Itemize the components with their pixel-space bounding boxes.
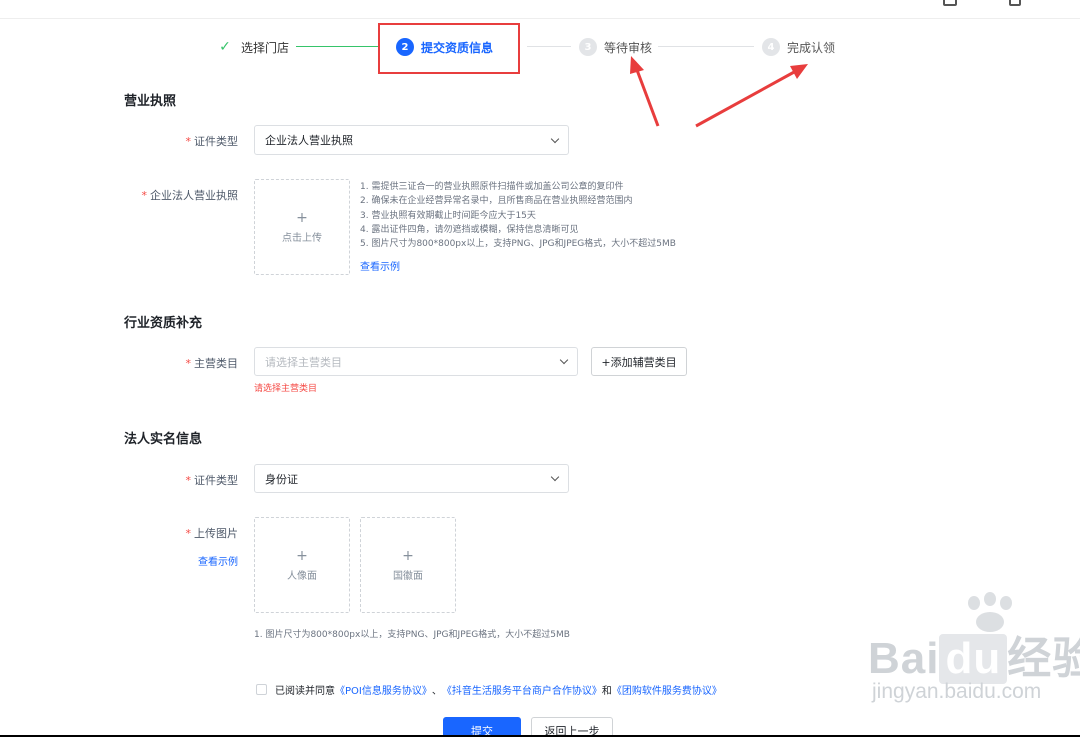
license-label: * 企业法人营业执照 [141, 189, 239, 202]
agreement-separator: 、 [431, 686, 442, 697]
cert-type-value: 企业法人营业执照 [265, 134, 353, 147]
agreement-checkbox[interactable] [256, 684, 267, 695]
tip-item: 2. 确保未在企业经营异常名录中，且所售商品在营业执照经营范围内 [360, 196, 633, 207]
chevron-down-icon [550, 472, 560, 482]
annotation-arrow-line [695, 69, 797, 128]
submit-button[interactable]: 提交 [443, 717, 521, 737]
license-example-link[interactable]: 查看示例 [360, 258, 400, 273]
watermark-brand: Bai du 经验 [868, 634, 1080, 684]
tip-item: 3. 营业执照有效期截止时间距今应大于15天 [360, 210, 536, 221]
tip-item: 5. 图片尺寸为800*800px以上，支持PNG、JPG和JPEG格式，大小不… [360, 239, 676, 250]
id-back-upload[interactable]: + 国徽面 [360, 517, 456, 613]
category-placeholder: 请选择主营类目 [265, 355, 342, 369]
category-error: 请选择主营类目 [254, 384, 318, 394]
back-button[interactable]: 返回上一步 [531, 717, 613, 737]
annotation-arrow-line [635, 69, 660, 127]
license-upload[interactable]: + 点击上传 [254, 179, 350, 275]
upload-text: 人像面 [287, 570, 317, 582]
id-example-link[interactable]: 查看示例 [198, 553, 238, 568]
id-type-label: * 证件类型 [185, 474, 239, 487]
section-title-industry: 行业资质补充 [124, 316, 203, 331]
id-front-upload[interactable]: + 人像面 [254, 517, 350, 613]
watermark-url: jingyan.baidu.com [872, 680, 1042, 703]
cert-type-label: * 证件类型 [185, 135, 239, 148]
upload-text: 点击上传 [282, 232, 322, 244]
upload-image-label: * 上传图片 [185, 527, 239, 540]
annotation-arrow-head [630, 56, 644, 74]
cert-type-select[interactable]: 企业法人营业执照 [254, 125, 569, 155]
poi-agreement-link[interactable]: 《POI信息服务协议》 [335, 682, 432, 697]
id-type-value: 身份证 [265, 472, 298, 486]
tip-item: 4. 露出证件四角，请勿遮挡或模糊，保持信息清晰可见 [360, 224, 579, 235]
add-secondary-category-button[interactable]: +添加辅营类目 [591, 347, 687, 376]
tip-item: 1. 需提供三证合一的营业执照原件扫描件或加盖公司公章的复印件 [360, 182, 624, 192]
plus-icon: + [296, 547, 308, 564]
agreement-row: 已阅读并同意 《POI信息服务协议》 、 《抖音生活服务平台商户合作协议》 和 … [256, 682, 722, 697]
chevron-down-icon [559, 355, 569, 365]
id-upload-tip: 1. 图片尺寸为800*800px以上，支持PNG、JPG和JPEG格式，大小不… [254, 630, 570, 640]
upload-text: 国徽面 [393, 570, 423, 582]
agreement-prefix: 已阅读并同意 [275, 686, 335, 697]
section-title-legal-person: 法人实名信息 [124, 432, 203, 447]
plus-icon: + [402, 547, 414, 564]
agreement-and: 和 [601, 686, 612, 697]
merchant-agreement-link[interactable]: 《抖音生活服务平台商户合作协议》 [442, 682, 602, 697]
plus-icon: + [296, 209, 308, 226]
service-fee-agreement-link[interactable]: 《团购软件服务费协议》 [612, 682, 722, 697]
id-type-select[interactable]: 身份证 [254, 464, 569, 493]
chevron-down-icon [550, 134, 560, 143]
section-title-business-license: 营业执照 [124, 94, 177, 109]
category-label: * 主营类目 [185, 357, 239, 370]
license-tips: 1. 需提供三证合一的营业执照原件扫描件或加盖公司公章的复印件 2. 确保未在企… [360, 180, 720, 251]
category-select[interactable]: 请选择主营类目 [254, 347, 578, 376]
